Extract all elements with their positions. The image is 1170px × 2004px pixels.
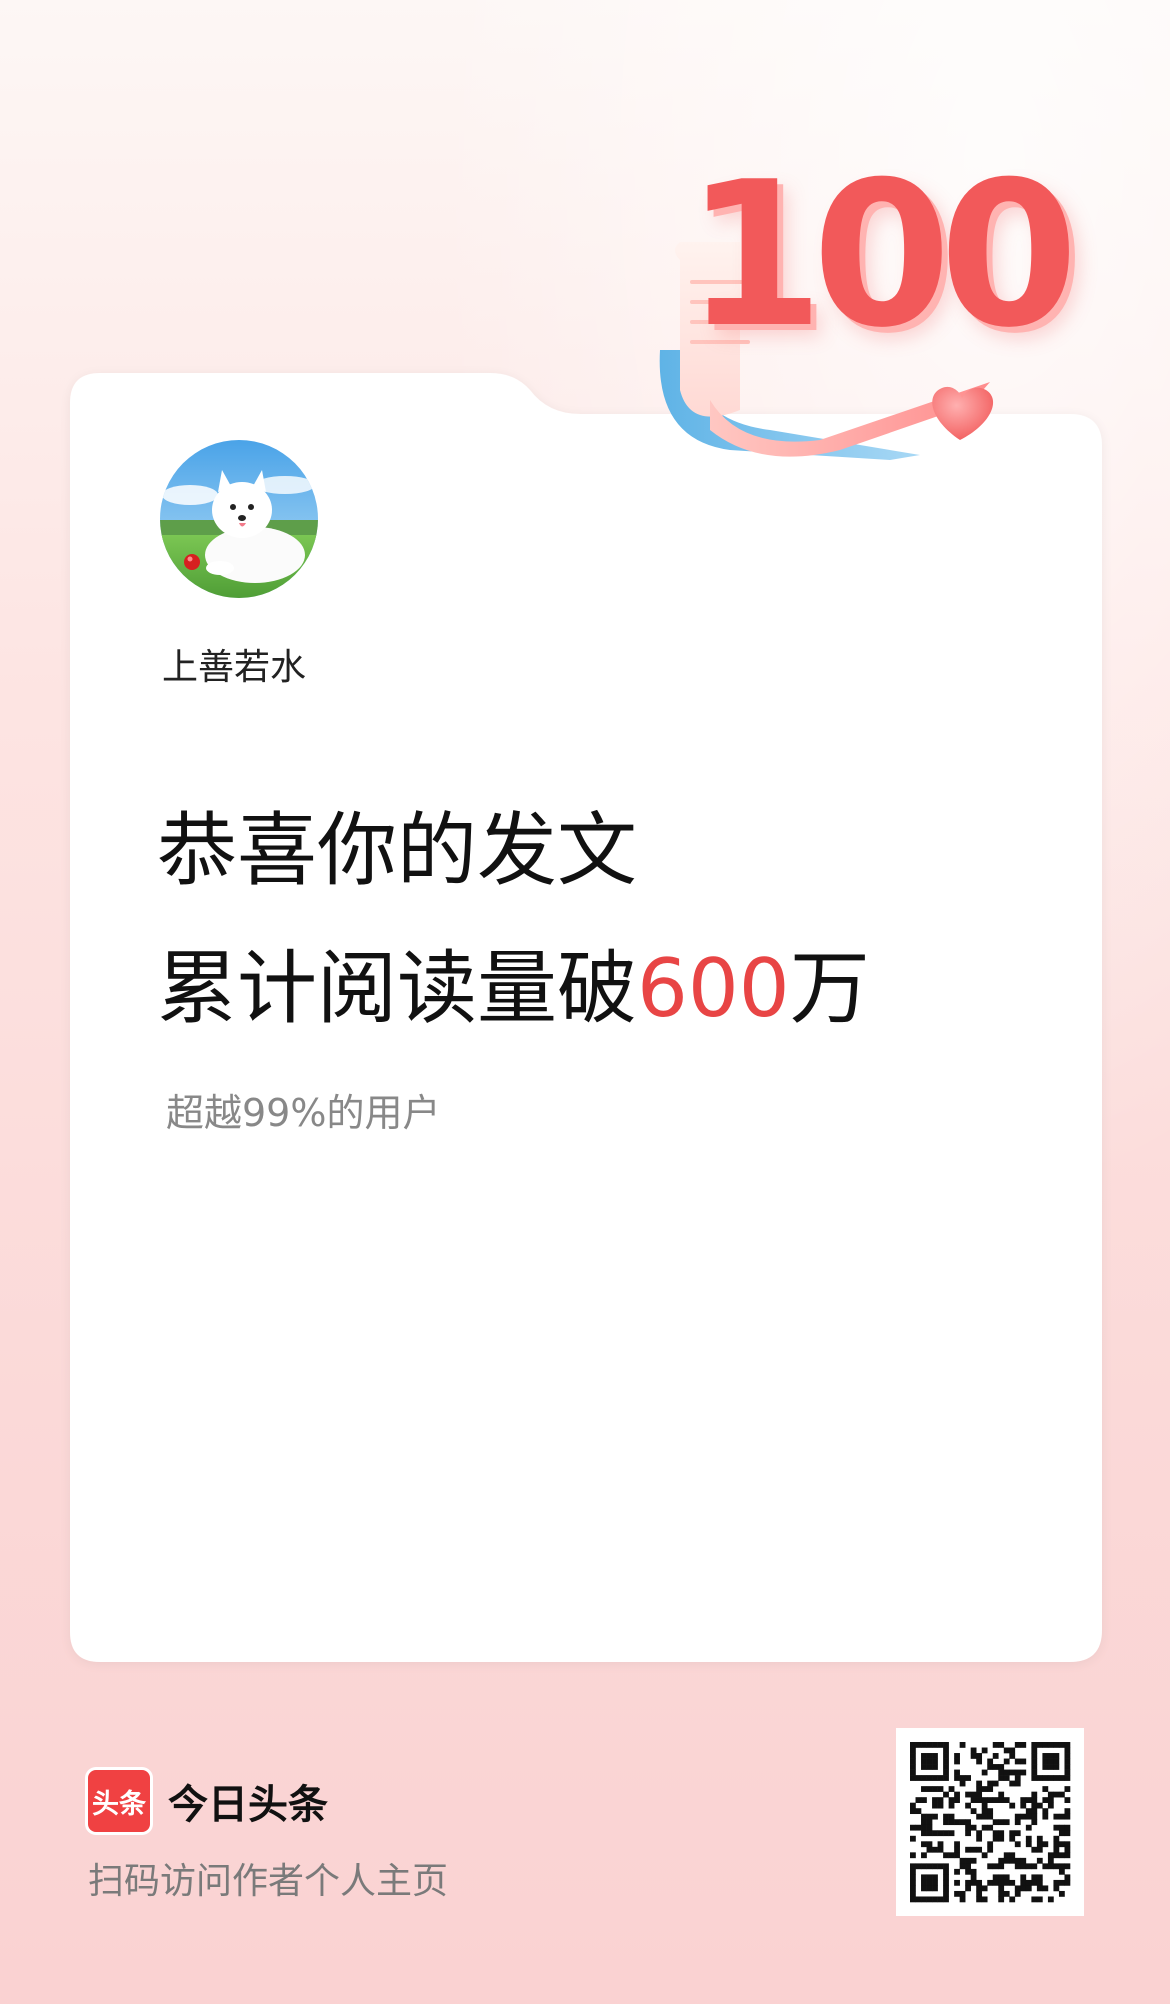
toutiao-logo-icon: 头条	[88, 1770, 150, 1832]
brand-name: 今日头条	[168, 1782, 328, 1828]
brand: 头条 今日头条	[88, 1770, 328, 1832]
rank-subtext: 超越99%的用户	[166, 1091, 441, 1135]
milestone-badge: 100	[650, 150, 1078, 480]
samoyed-dog-avatar-icon	[160, 440, 318, 598]
qr-code-icon	[910, 1742, 1071, 1903]
read-count-number: 600	[637, 942, 790, 1035]
qr-code[interactable]	[896, 1728, 1084, 1916]
avatar	[160, 440, 318, 598]
headline-line-1: 恭喜你的发文	[157, 804, 637, 897]
username: 上善若水	[162, 647, 307, 688]
headline-line-2-suffix: 万	[789, 942, 870, 1035]
headline-line-2: 累计阅读量破600万	[157, 920, 870, 1058]
headline: 恭喜你的发文 累计阅读量破600万	[157, 782, 870, 1058]
headline-line-2-prefix: 累计阅读量破	[157, 942, 637, 1035]
badge-number: 100	[685, 139, 1078, 372]
scan-hint: 扫码访问作者个人主页	[88, 1861, 449, 1902]
